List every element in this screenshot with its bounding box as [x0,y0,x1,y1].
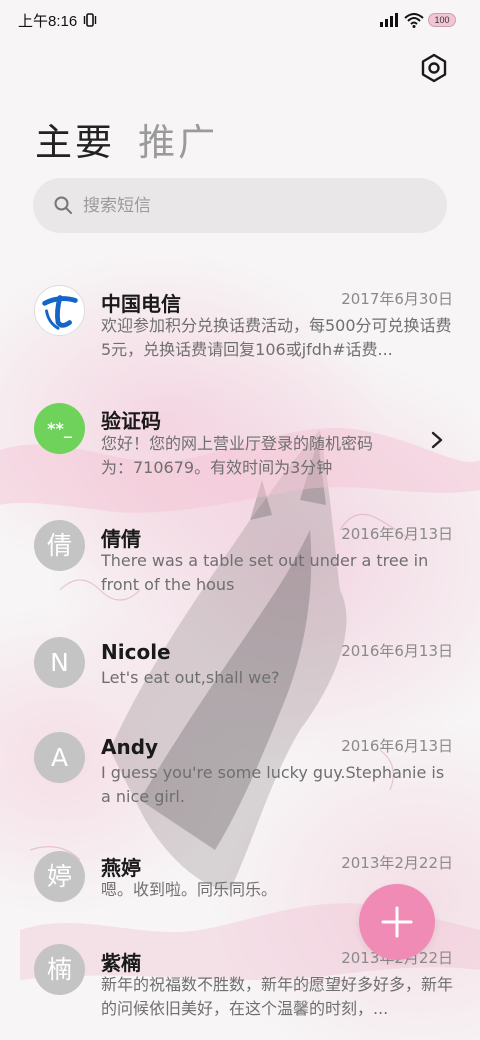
message-date: 2016年6月13日 [341,737,453,755]
message-preview: 新年的祝福数不胜数，新年的愿望好多好多，新年的问候依旧美好，在这个温馨的时刻，.… [101,975,453,1018]
verification-avatar: **_ [34,403,85,454]
signal-icon [380,13,398,27]
message-date: 2016年6月13日 [341,642,453,660]
message-date: 2013年2月22日 [341,854,453,872]
contact-name: 中国电信 [101,292,181,316]
plus-icon [381,906,413,938]
avatar: 婷 [34,851,85,902]
chevron-right-icon[interactable] [430,430,444,450]
battery-indicator: 100 [428,13,456,27]
contact-name: 紫楠 [101,951,141,975]
message-preview: Let's eat out,shall we? [101,668,280,687]
conversation-item[interactable]: A Andy 2016年6月13日 I guess you're some lu… [0,731,480,811]
tab-primary[interactable]: 主要 [35,112,115,166]
status-bar: 上午8:16 100 [0,0,480,40]
conversation-item[interactable]: 倩 倩倩 2016年6月13日 There was a table set ou… [0,519,480,599]
contact-name: Andy [101,735,159,759]
new-message-button[interactable] [359,884,435,960]
status-time: 上午8:16 [18,13,78,30]
avatar: N [34,637,85,688]
message-preview: 欢迎参加积分兑换话费活动，每500分可兑换话费5元，兑换话费请回复106或jfd… [101,316,452,359]
conversation-item[interactable]: **_ 验证码 您好！您的网上营业厅登录的随机密码为：710679。有效时间为3… [0,402,480,482]
tab-bar: 主要 推广 [35,112,236,166]
message-date: 2016年6月13日 [341,525,453,543]
contact-name: 燕婷 [101,856,141,880]
avatar: A [34,732,85,783]
search-icon [54,196,72,214]
contact-name: Nicole [101,640,171,664]
message-preview: 您好！您的网上营业厅登录的随机密码为：710679。有效时间为3分钟 [101,434,374,477]
contact-name: 倩倩 [101,527,141,551]
contact-name: 验证码 [101,409,161,433]
conversation-item[interactable]: 中国电信 2017年6月30日 欢迎参加积分兑换话费活动，每500分可兑换话费5… [0,284,480,364]
message-date: 2017年6月30日 [341,290,453,308]
wifi-icon [404,13,424,28]
message-preview: I guess you're some lucky guy.Stephanie … [101,763,445,806]
avatar: 楠 [34,944,85,995]
settings-button[interactable] [418,52,450,84]
telecom-logo-avatar [34,285,85,336]
conversation-item[interactable]: N Nicole 2016年6月13日 Let's eat out,shall … [0,636,480,696]
search-input[interactable] [83,178,423,233]
avatar: 倩 [34,520,85,571]
message-preview: There was a table set out under a tree i… [101,551,429,594]
search-bar[interactable] [33,178,447,233]
hexagon-gear-icon [421,53,447,83]
vibrate-icon [83,13,97,27]
tab-promotions[interactable]: 推广 [138,112,218,166]
